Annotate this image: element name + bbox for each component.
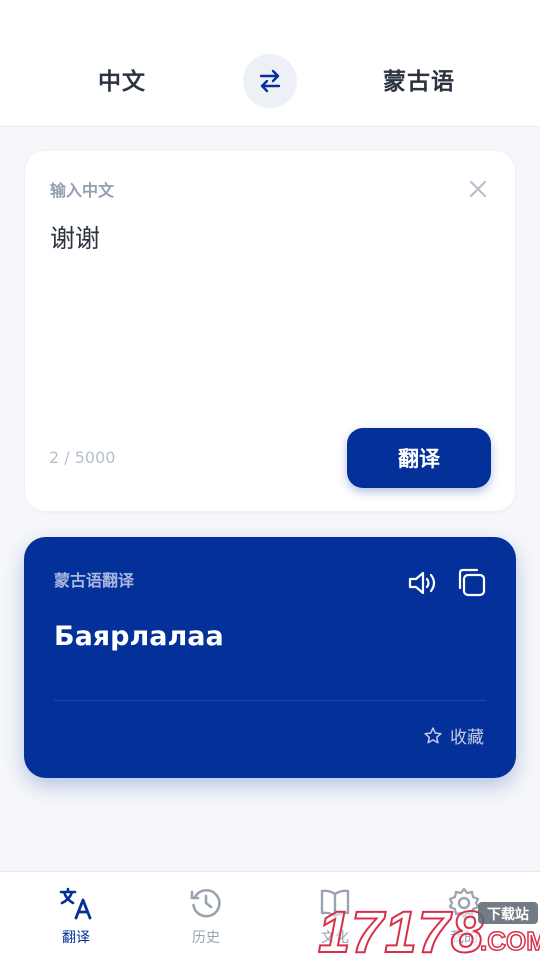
nav-label-history: 历史: [192, 930, 220, 946]
character-counter: 2 / 5000: [49, 448, 116, 467]
favorite-label: 收藏: [450, 728, 484, 748]
result-card: 蒙古语翻译 Баярлалаа 收藏: [24, 537, 516, 778]
input-card: 输入中文 谢谢 2 / 5000 翻译: [25, 151, 515, 511]
source-text-input[interactable]: 谢谢: [50, 219, 100, 255]
watermark-number: 17178: [318, 900, 484, 960]
translate-icon: [59, 887, 92, 920]
translate-button[interactable]: 翻译: [347, 428, 491, 488]
nav-item-translate[interactable]: 翻译: [36, 872, 116, 960]
result-divider: [54, 700, 486, 701]
close-icon: [469, 180, 487, 198]
source-language-button[interactable]: 中文: [98, 62, 146, 96]
nav-label-translate: 翻译: [62, 930, 90, 946]
favorite-button[interactable]: 收藏: [423, 723, 484, 748]
history-icon: [190, 889, 221, 918]
input-label: 输入中文: [50, 181, 115, 200]
swap-language-button[interactable]: [243, 54, 297, 108]
copy-icon[interactable]: [455, 566, 487, 598]
star-icon: [424, 726, 442, 743]
target-language-button[interactable]: 蒙古语: [383, 62, 455, 96]
translated-text: Баярлалаа: [54, 621, 224, 652]
language-header: 中文 蒙古语: [0, 0, 540, 127]
nav-item-history[interactable]: 历史: [166, 872, 246, 960]
watermark-logo: 17178 下载站 .COM: [318, 899, 540, 960]
swap-arrows-icon: [259, 69, 281, 93]
speaker-icon[interactable]: [407, 568, 439, 598]
watermark-badge: 下载站: [487, 906, 529, 923]
result-label: 蒙古语翻译: [54, 571, 135, 590]
clear-input-button[interactable]: [465, 176, 491, 202]
watermark-suffix: .COM: [480, 926, 540, 956]
